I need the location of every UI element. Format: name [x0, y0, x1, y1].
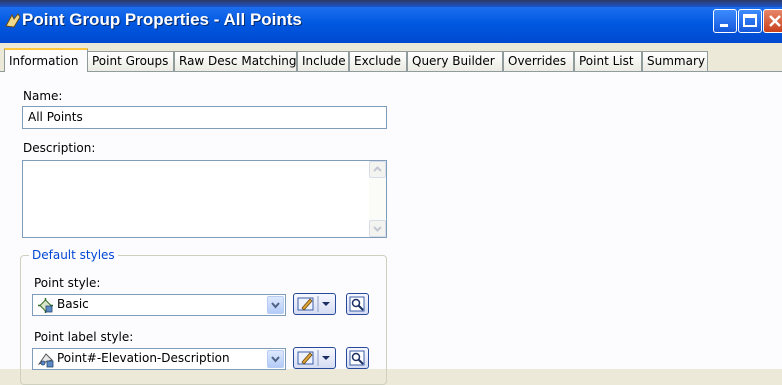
title-bar-top-strip — [0, 0, 782, 7]
tab-label: Summary — [647, 54, 705, 68]
minimize-button[interactable] — [713, 9, 737, 33]
maximize-icon — [743, 14, 757, 27]
scroll-down-button[interactable] — [369, 220, 386, 237]
chevron-down-icon — [271, 356, 280, 363]
tab-label: Information — [9, 54, 79, 68]
description-label: Description: — [23, 141, 96, 155]
minimize-icon — [720, 24, 728, 27]
point-style-dropdown-button[interactable] — [267, 296, 284, 314]
maximize-button[interactable] — [738, 9, 762, 33]
description-field[interactable] — [22, 160, 387, 238]
scroll-down-icon — [373, 226, 382, 232]
tab-exclude[interactable]: Exclude — [349, 51, 407, 71]
name-label: Name: — [23, 89, 63, 103]
default-styles-legend: Default styles — [29, 248, 118, 262]
point-style-edit-button[interactable] — [293, 293, 336, 315]
tab-label: Query Builder — [412, 54, 495, 68]
point-label-style-pick-button[interactable] — [346, 347, 369, 369]
point-label-style-dropdown-button[interactable] — [267, 350, 284, 368]
tab-label: Include — [302, 54, 346, 68]
name-field[interactable]: All Points — [22, 106, 387, 129]
close-icon — [769, 15, 781, 27]
tab-query-builder[interactable]: Query Builder — [407, 51, 503, 71]
tab-overrides[interactable]: Overrides — [503, 51, 574, 71]
scroll-up-icon — [373, 166, 382, 172]
tab-raw-desc-matching[interactable]: Raw Desc Matching — [174, 51, 297, 71]
point-style-icon — [37, 297, 54, 314]
point-style-pick-button[interactable] — [346, 293, 369, 315]
tab-label: Overrides — [508, 54, 567, 68]
edit-style-icon — [297, 350, 330, 366]
close-button[interactable] — [763, 9, 782, 33]
title-bar[interactable]: Point Group Properties - All Points — [0, 0, 782, 43]
tab-information[interactable]: Information — [4, 48, 88, 72]
tab-label: Raw Desc Matching — [179, 54, 297, 68]
point-label-style-value: Point#-Elevation-Description — [57, 351, 230, 365]
point-label-style-select[interactable]: Point#-Elevation-Description — [32, 348, 286, 370]
point-style-select[interactable]: Basic — [32, 294, 286, 316]
description-scrollbar[interactable] — [369, 161, 386, 237]
window-title: Point Group Properties - All Points — [22, 10, 302, 29]
tab-point-groups[interactable]: Point Groups — [87, 51, 174, 71]
point-style-value: Basic — [57, 297, 89, 311]
point-style-label: Point style: — [34, 276, 101, 290]
tab-label: Point Groups — [92, 54, 169, 68]
tab-label: Exclude — [354, 54, 402, 68]
tab-summary[interactable]: Summary — [642, 51, 708, 71]
tab-point-list[interactable]: Point List — [574, 51, 642, 71]
point-label-style-edit-button[interactable] — [293, 347, 336, 369]
chevron-down-icon — [271, 302, 280, 309]
magnify-pick-icon — [349, 296, 365, 312]
tab-include[interactable]: Include — [297, 51, 349, 71]
tab-label: Point List — [579, 54, 634, 68]
magnify-pick-icon — [349, 350, 365, 366]
app-icon — [4, 12, 22, 30]
point-label-style-label: Point label style: — [34, 330, 134, 344]
edit-style-icon — [297, 296, 330, 312]
point-label-style-icon — [37, 351, 54, 368]
scroll-up-button[interactable] — [369, 161, 386, 178]
